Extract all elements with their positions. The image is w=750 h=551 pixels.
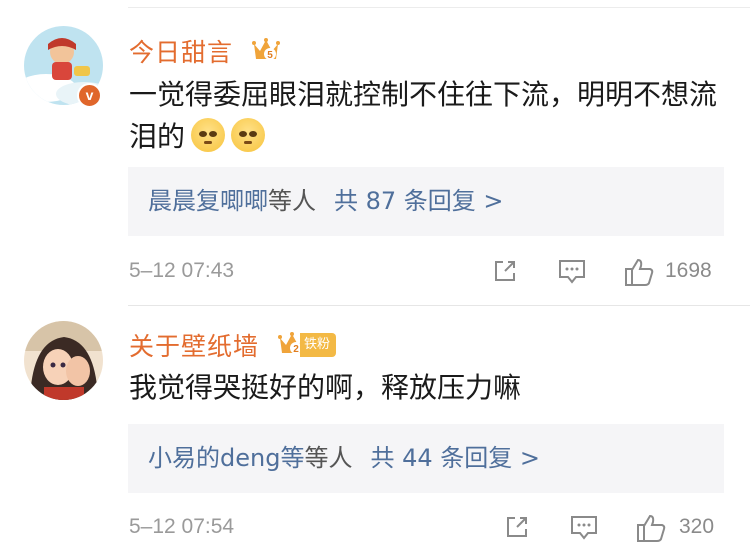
reply-count-link[interactable]: 共 44 条回复 >	[370, 444, 540, 472]
comment-text: 一觉得委屈眼泪就控制不住往下流，明明不想流泪的	[129, 74, 719, 158]
comment-meta: 5–12 07:54 320	[128, 513, 728, 543]
verified-badge-icon: v	[77, 83, 102, 108]
replies-preview[interactable]: 小易的deng等等人共 44 条回复 >	[128, 424, 724, 493]
avatar[interactable]	[24, 321, 103, 400]
like-count: 1698	[665, 259, 712, 282]
comment-icon[interactable]	[557, 257, 587, 285]
share-icon[interactable]	[491, 257, 519, 285]
pleading-face-icon	[231, 118, 266, 152]
like-icon[interactable]	[623, 257, 655, 287]
share-icon[interactable]	[503, 513, 531, 541]
svg-text:2: 2	[293, 344, 299, 355]
reply-users-suffix: 等人	[304, 444, 353, 472]
comment-item: 关于壁纸墙 2 铁粉 我觉得哭挺好的啊，释放压力嘛 小易的deng等等人共 44…	[0, 306, 750, 551]
timestamp: 5–12 07:54	[129, 515, 235, 538]
username[interactable]: 今日甜言	[129, 33, 233, 69]
comment-text: 我觉得哭挺好的啊，释放压力嘛	[129, 371, 522, 404]
comment-item: v 今日甜言 5 一觉得委屈眼泪就控制不住往下流，明明不想流泪的 晨晨复唧唧等人…	[0, 8, 750, 306]
replies-preview[interactable]: 晨晨复唧唧等人共 87 条回复 >	[128, 167, 724, 236]
reply-count-link[interactable]: 共 87 条回复 >	[334, 187, 504, 215]
reply-users[interactable]: 小易的deng等	[148, 444, 304, 472]
reply-users-suffix: 等人	[268, 187, 316, 215]
svg-text:5: 5	[267, 50, 273, 61]
crown-level-icon: 5	[252, 38, 280, 61]
username[interactable]: 关于壁纸墙	[129, 327, 259, 363]
comment-meta: 5–12 07:43 1698	[128, 257, 728, 287]
reply-users[interactable]: 晨晨复唧唧	[148, 187, 268, 215]
pleading-face-icon	[191, 118, 226, 152]
fan-tag-badge: 铁粉	[300, 333, 337, 357]
like-count: 320	[679, 515, 715, 538]
like-icon[interactable]	[635, 513, 667, 543]
timestamp: 5–12 07:43	[129, 259, 235, 282]
comment-icon[interactable]	[569, 513, 599, 541]
